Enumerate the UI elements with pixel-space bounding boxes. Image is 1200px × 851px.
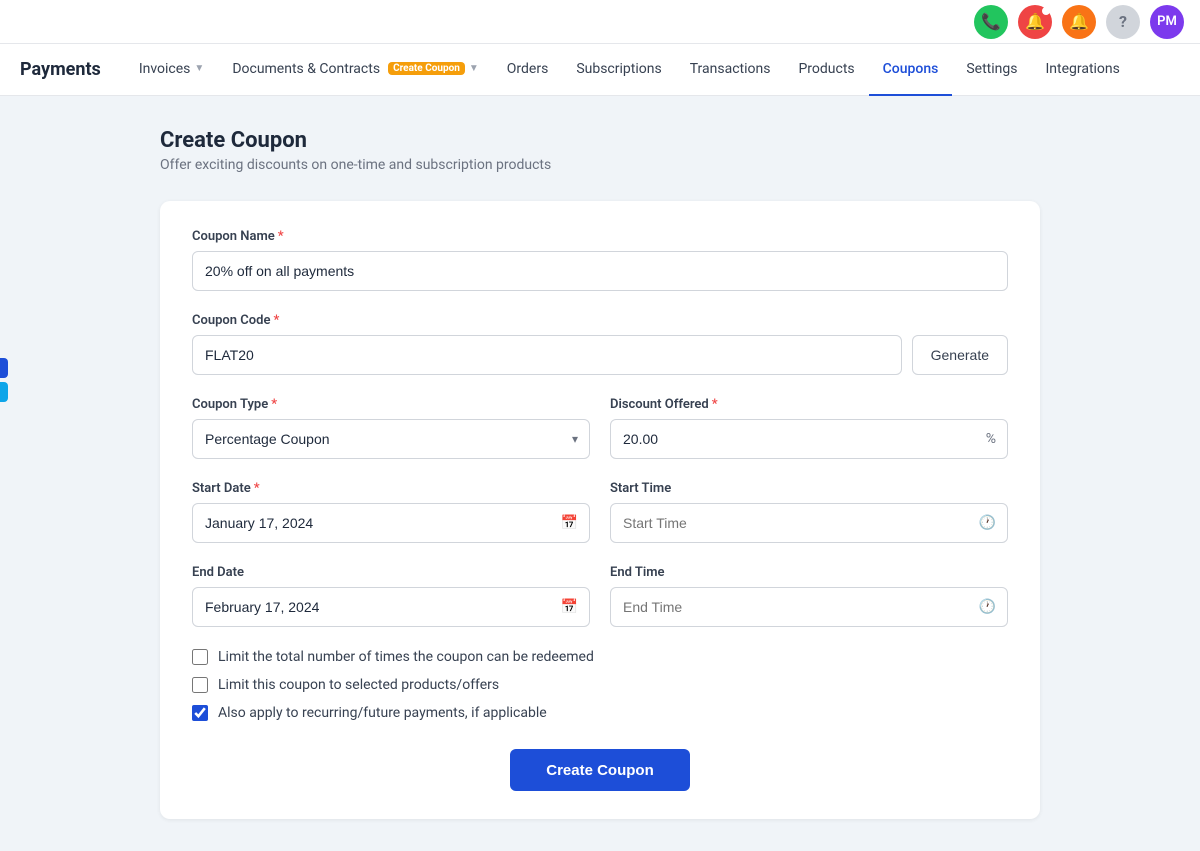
nav-products[interactable]: Products [784,44,868,96]
discount-offered-group: Discount Offered * % [610,397,1008,459]
coupon-code-label: Coupon Code * [192,313,1008,328]
nav-orders[interactable]: Orders [493,44,563,96]
end-time-group: End Time 🕐 [610,565,1008,627]
required-asterisk: * [712,397,718,412]
checkbox-recurring[interactable]: Also apply to recurring/future payments,… [192,705,1008,721]
coupon-code-input[interactable] [192,335,902,375]
recurring-checkbox[interactable] [192,705,208,721]
profile-icon[interactable]: PM [1150,5,1184,39]
coupon-name-input[interactable] [192,251,1008,291]
required-asterisk: * [273,313,279,328]
main-nav: Payments Invoices ▼ Documents & Contract… [0,44,1200,96]
nav-subscriptions[interactable]: Subscriptions [562,44,675,96]
nav-coupons[interactable]: Coupons [869,44,953,96]
left-dot-blue [0,358,8,378]
start-time-label: Start Time [610,481,1008,496]
end-time-label: End Time [610,565,1008,580]
coupon-type-discount-row: Coupon Type * Percentage Coupon Fixed Am… [192,397,1008,459]
page-subtitle: Offer exciting discounts on one-time and… [160,157,1040,173]
discount-offered-label: Discount Offered * [610,397,1008,412]
left-widget [0,358,8,402]
bell-icon[interactable]: 🔔 [1062,5,1096,39]
nav-brand: Payments [20,59,101,80]
create-coupon-form: Coupon Name * Coupon Code * Generate Cou… [160,201,1040,819]
coupon-name-group: Coupon Name * [192,229,1008,291]
coupon-code-row: Generate [192,335,1008,375]
start-date-group: Start Date * 📅 [192,481,590,543]
discount-input-wrapper: % [610,419,1008,459]
checkbox-group: Limit the total number of times the coup… [192,649,1008,721]
left-dot-teal [0,382,8,402]
phone-icon[interactable]: 📞 [974,5,1008,39]
end-date-label: End Date [192,565,590,580]
start-time-input[interactable] [610,503,1008,543]
discount-input[interactable] [610,419,1008,459]
help-icon[interactable]: ? [1106,5,1140,39]
end-date-input[interactable] [192,587,590,627]
end-date-time-row: End Date 📅 End Time 🕐 [192,565,1008,627]
required-asterisk: * [278,229,284,244]
end-time-input[interactable] [610,587,1008,627]
chevron-down-icon: ▼ [194,63,204,74]
coupon-type-label: Coupon Type * [192,397,590,412]
generate-button[interactable]: Generate [912,335,1008,375]
end-date-wrapper: 📅 [192,587,590,627]
coupon-type-select[interactable]: Percentage Coupon Fixed Amount Coupon [192,419,590,459]
start-date-wrapper: 📅 [192,503,590,543]
required-asterisk: * [254,481,260,496]
start-time-wrapper: 🕐 [610,503,1008,543]
page-title: Create Coupon [160,128,1040,153]
start-date-input[interactable] [192,503,590,543]
required-asterisk: * [271,397,277,412]
checkbox-limit-products[interactable]: Limit this coupon to selected products/o… [192,677,1008,693]
nav-invoices[interactable]: Invoices ▼ [125,44,219,96]
coupon-name-label: Coupon Name * [192,229,1008,244]
start-time-group: Start Time 🕐 [610,481,1008,543]
nav-integrations[interactable]: Integrations [1031,44,1133,96]
start-date-time-row: Start Date * 📅 Start Time 🕐 [192,481,1008,543]
checkbox-limit-redemptions[interactable]: Limit the total number of times the coup… [192,649,1008,665]
chevron-down-icon: ▼ [469,63,479,74]
coupon-type-group: Coupon Type * Percentage Coupon Fixed Am… [192,397,590,459]
end-time-wrapper: 🕐 [610,587,1008,627]
create-coupon-button[interactable]: Create Coupon [510,749,690,791]
limit-redemptions-checkbox[interactable] [192,649,208,665]
form-actions: Create Coupon [192,749,1008,791]
coupon-type-select-wrapper: Percentage Coupon Fixed Amount Coupon ▾ [192,419,590,459]
nav-documents[interactable]: Documents & Contracts Create Coupon ▼ [218,44,492,96]
notification-icon[interactable]: 🔔 [1018,5,1052,39]
nav-transactions[interactable]: Transactions [676,44,785,96]
topbar: 📞 🔔 🔔 ? PM [0,0,1200,44]
start-date-label: Start Date * [192,481,590,496]
new-badge: Create Coupon [388,62,465,75]
page-content: Create Coupon Offer exciting discounts o… [120,96,1080,851]
limit-products-checkbox[interactable] [192,677,208,693]
end-date-group: End Date 📅 [192,565,590,627]
coupon-code-group: Coupon Code * Generate [192,313,1008,375]
nav-settings[interactable]: Settings [952,44,1031,96]
